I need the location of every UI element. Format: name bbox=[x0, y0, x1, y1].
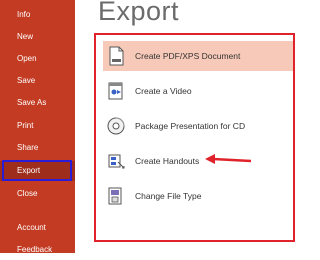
sidebar-item-open[interactable]: Open bbox=[0, 49, 75, 69]
sidebar-item-save[interactable]: Save bbox=[0, 71, 75, 91]
create-handouts-option[interactable]: Create Handouts bbox=[103, 146, 293, 176]
sidebar-item-print[interactable]: Print bbox=[0, 116, 75, 136]
option-label: Change File Type bbox=[135, 191, 202, 201]
sidebar-item-new[interactable]: New bbox=[0, 27, 75, 47]
create-pdf-xps-option[interactable]: Create PDF/XPS Document bbox=[103, 41, 293, 71]
option-label: Create Handouts bbox=[135, 156, 200, 166]
option-label: Create PDF/XPS Document bbox=[135, 51, 241, 61]
sidebar-item-account[interactable]: Account bbox=[0, 218, 75, 238]
change-file-type-icon bbox=[108, 187, 122, 205]
sidebar-item-close[interactable]: Close bbox=[0, 184, 75, 204]
pdf-document-icon bbox=[109, 46, 124, 66]
sidebar-item-save-as[interactable]: Save As bbox=[0, 93, 75, 113]
change-file-type-option[interactable]: Change File Type bbox=[103, 181, 293, 211]
option-label: Create a Video bbox=[135, 86, 192, 96]
sidebar-item-export[interactable]: Export bbox=[0, 161, 75, 181]
package-presentation-cd-option[interactable]: Package Presentation for CD bbox=[103, 111, 293, 141]
create-video-option[interactable]: Create a Video bbox=[103, 76, 293, 106]
cd-icon bbox=[107, 117, 125, 135]
sidebar-item-share[interactable]: Share bbox=[0, 138, 75, 158]
annotation-arrow-icon bbox=[205, 154, 252, 164]
sidebar-item-info[interactable]: Info bbox=[0, 5, 75, 25]
option-label: Package Presentation for CD bbox=[135, 121, 246, 131]
page-title: Export bbox=[98, 0, 180, 26]
handouts-icon bbox=[108, 154, 125, 169]
sidebar-item-feedback[interactable]: Feedback bbox=[0, 240, 75, 260]
export-options-annotation-box: Create PDF/XPS Document Create a Video P… bbox=[94, 33, 295, 242]
video-icon bbox=[108, 82, 123, 100]
backstage-sidebar: Info New Open Save Save As Print Share E… bbox=[0, 0, 75, 254]
